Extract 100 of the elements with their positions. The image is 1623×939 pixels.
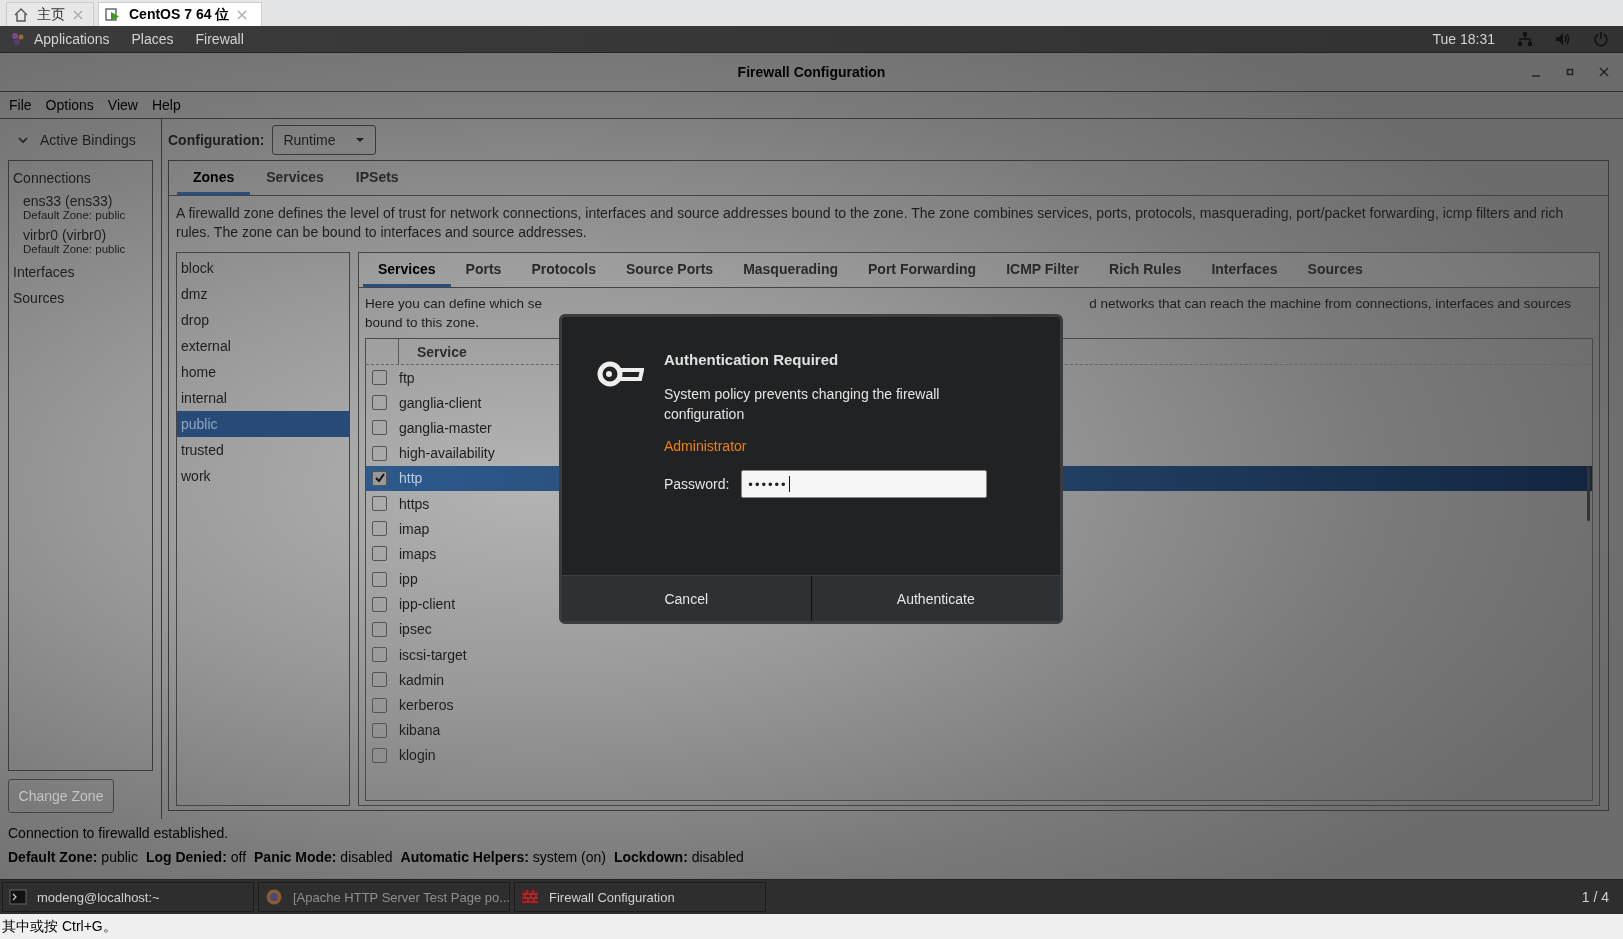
hint-text: 其中或按 Ctrl+G。: [2, 917, 117, 936]
checkbox[interactable]: [372, 747, 387, 763]
key-icon: [596, 359, 644, 389]
authenticate-button[interactable]: Authenticate: [811, 576, 1060, 621]
tab[interactable]: ICMP Filter: [991, 253, 1095, 287]
tab[interactable]: Protocols: [516, 253, 611, 287]
service-name[interactable]: kadmin: [399, 671, 445, 688]
tab[interactable]: Rich Rules: [1094, 253, 1197, 287]
zone-item[interactable]: dmz: [177, 281, 349, 307]
zone-item[interactable]: block: [177, 255, 349, 281]
top-bar-menu[interactable]: Places: [131, 31, 174, 47]
workspace-pager[interactable]: 1 / 4: [1581, 889, 1609, 905]
vm-icon: [105, 6, 121, 23]
taskbar-item[interactable]: modeng@localhost:~: [2, 882, 254, 912]
tab[interactable]: IPSets: [339, 161, 415, 195]
close-icon[interactable]: [1599, 67, 1609, 77]
password-field[interactable]: ••••••: [741, 470, 988, 498]
connection-name[interactable]: virbr0 (virbr0): [23, 227, 152, 243]
tab[interactable]: Ports: [450, 253, 517, 287]
service-name[interactable]: imap: [399, 520, 430, 537]
service-name[interactable]: ganglia-master: [399, 419, 492, 436]
maximize-icon[interactable]: [1565, 67, 1575, 77]
column-header[interactable]: Service: [399, 343, 467, 360]
services-description: d networks that can reach the machine from connections, interfaces and sources: [1089, 295, 1571, 313]
service-name[interactable]: klogin: [399, 747, 436, 764]
chevron-down-icon[interactable]: [18, 134, 28, 145]
tab[interactable]: Zones: [177, 161, 251, 195]
close-icon[interactable]: [73, 9, 83, 20]
checkbox[interactable]: [372, 470, 387, 486]
apps-icon[interactable]: [10, 31, 26, 47]
vm-tab[interactable]: 主页: [6, 2, 94, 26]
service-name[interactable]: ganglia-client: [399, 394, 482, 411]
connection-name[interactable]: ens33 (ens33): [23, 193, 152, 209]
service-name[interactable]: high-availability: [399, 445, 495, 462]
status-field: Default Zone: public: [8, 849, 138, 865]
service-name[interactable]: imaps: [399, 545, 437, 562]
checkbox[interactable]: [372, 546, 387, 562]
menu-item[interactable]: Help: [151, 97, 181, 113]
zone-item[interactable]: work: [177, 463, 349, 489]
menu-item[interactable]: View: [107, 97, 138, 113]
tab[interactable]: Masquerading: [728, 253, 854, 287]
service-name[interactable]: kerberos: [399, 697, 454, 714]
service-name[interactable]: iscsi-target: [399, 646, 467, 663]
tab[interactable]: Source Ports: [611, 253, 729, 287]
taskbar-item[interactable]: [Apache HTTP Server Test Page po...: [258, 882, 510, 912]
checkbox[interactable]: [372, 420, 387, 436]
zone-item[interactable]: home: [177, 359, 349, 385]
dialog-title: Authentication Required: [664, 351, 840, 368]
vm-tab[interactable]: CentOS 7 64 位: [98, 2, 263, 26]
service-name[interactable]: https: [399, 495, 430, 512]
zone-item[interactable]: trusted: [177, 437, 349, 463]
tab[interactable]: Interfaces: [1196, 253, 1293, 287]
connection-zone: Default Zone: public: [23, 209, 127, 221]
checkbox[interactable]: [372, 722, 387, 738]
sidebar-header[interactable]: Active Bindings: [40, 131, 136, 148]
zone-item[interactable]: internal: [177, 385, 349, 411]
status-field: Automatic Helpers: system (on): [400, 849, 606, 865]
service-name[interactable]: ftp: [399, 369, 415, 386]
browser-icon: [265, 888, 283, 906]
top-bar-menu[interactable]: Firewall: [195, 31, 244, 47]
checkbox[interactable]: [372, 370, 387, 386]
close-icon[interactable]: [237, 9, 248, 20]
service-name[interactable]: kibana: [399, 722, 441, 739]
checkbox[interactable]: [372, 496, 387, 512]
service-name[interactable]: ipp-client: [399, 596, 456, 613]
checkbox[interactable]: [372, 672, 387, 688]
checkbox[interactable]: [372, 621, 387, 637]
taskbar-item[interactable]: Firewall Configuration: [514, 882, 766, 912]
password-label: Password:: [664, 476, 730, 492]
tab[interactable]: Sources: [1292, 253, 1378, 287]
zone-description: A firewalld zone defines the level of trust for network connections, interfaces and source addresses bound to the zone. The zone combines services, ports, protocols, masquerading, port/packet forwarding, icmp filters and rich rules. The zone can be bound to interfaces and source addresses.: [176, 204, 1565, 242]
zone-item[interactable]: external: [177, 333, 349, 359]
services-description: bound to this zone.: [364, 314, 481, 332]
service-name[interactable]: ipp: [399, 571, 418, 588]
service-name[interactable]: ipsec: [399, 621, 432, 638]
configuration-dropdown[interactable]: Runtime: [272, 124, 377, 155]
checkbox[interactable]: [372, 521, 387, 537]
checkbox[interactable]: [372, 647, 387, 663]
checkbox[interactable]: [372, 395, 387, 411]
checkbox[interactable]: [372, 571, 387, 587]
clock[interactable]: Tue 18:31: [1432, 31, 1495, 47]
sidebar-section[interactable]: Sources: [9, 285, 152, 311]
brick-wall-icon: [521, 888, 539, 906]
tab[interactable]: Port Forwarding: [853, 253, 992, 287]
cancel-button[interactable]: Cancel: [562, 576, 812, 621]
zone-item[interactable]: drop: [177, 307, 349, 333]
tab[interactable]: Services: [250, 161, 340, 195]
connection-zone: Default Zone: public: [23, 243, 127, 255]
sidebar-section[interactable]: Connections: [9, 165, 152, 191]
menu-item[interactable]: Options: [45, 97, 94, 113]
checkbox[interactable]: [372, 596, 387, 612]
window-title: Firewall Configuration: [737, 64, 886, 80]
checkbox[interactable]: [372, 445, 387, 461]
sidebar-section[interactable]: Interfaces: [9, 259, 152, 285]
tab[interactable]: Services: [363, 253, 451, 287]
zone-item[interactable]: public: [177, 411, 349, 437]
menu-item[interactable]: File: [9, 97, 32, 113]
service-name[interactable]: http: [399, 470, 423, 487]
top-bar-menu[interactable]: Applications: [34, 31, 110, 47]
checkbox[interactable]: [372, 697, 387, 713]
